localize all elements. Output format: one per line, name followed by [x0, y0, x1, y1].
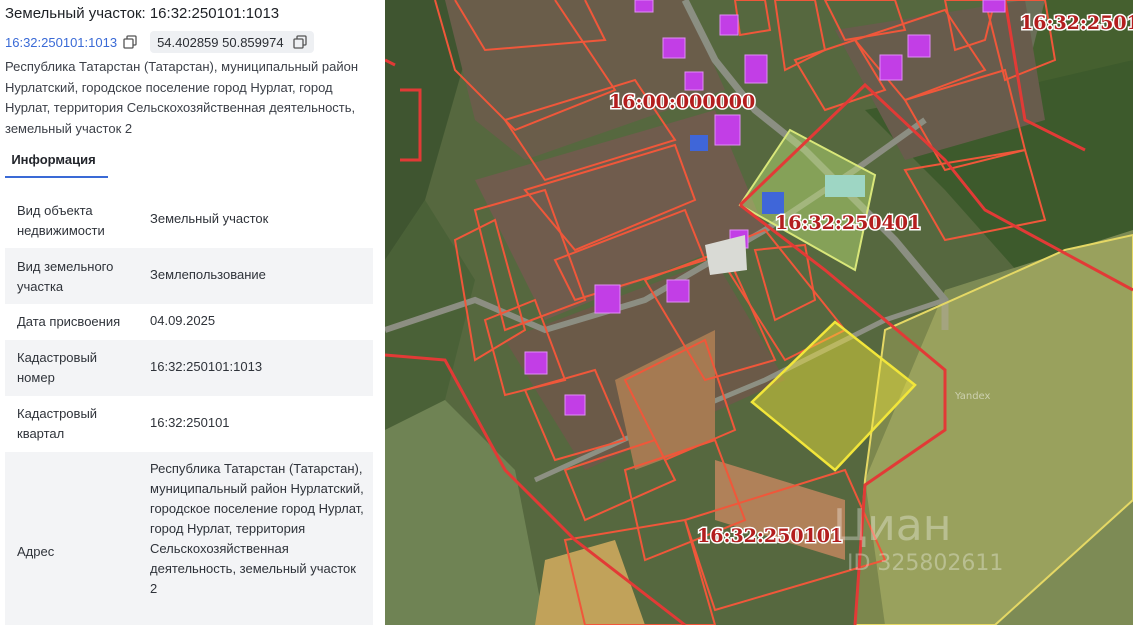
copy-icon[interactable] — [123, 35, 137, 49]
info-row-cadastral-number: Кадастровый номер 16:32:250101:1013 — [5, 340, 373, 396]
tab-information-label: Информация — [11, 152, 96, 167]
info-value: 04.09.2025 — [150, 313, 216, 328]
listing-id-watermark: ID 325802611 — [847, 551, 1003, 576]
yandex-watermark: Yandex — [954, 391, 991, 402]
label-quarter-top-right: 16:32:2501 — [1020, 12, 1133, 34]
cadastral-number-link[interactable]: 16:32:250101:1013 — [5, 35, 117, 50]
info-row-cadastral-quarter: Кадастровый квартал 16:32:250101 — [5, 396, 373, 452]
label-quarter-bottom: 16:32:250101 — [697, 525, 843, 547]
address-summary: Республика Татарстан (Татарстан), муници… — [5, 59, 358, 136]
cadastral-map[interactable]: 16:32:2501 16:00:000000 16:32:250401 16:… — [385, 0, 1133, 625]
info-value: Землепользование — [150, 267, 266, 282]
label-quarter-center: 16:32:250401 — [775, 212, 921, 234]
info-value: 16:32:250101 — [150, 415, 230, 430]
coordinates-text: 54.402859 50.859974 — [157, 34, 284, 50]
copy-coordinates-icon[interactable] — [292, 35, 307, 49]
page-title: Земельный участок: 16:32:250101:1013 — [5, 5, 280, 22]
info-value: Земельный участок — [150, 211, 269, 226]
info-key: Вид земельного участка — [17, 259, 114, 294]
label-district: 16:00:000000 — [609, 91, 755, 113]
info-row-address: Адрес Республика Татарстан (Татарстан), … — [5, 452, 373, 625]
info-key: Кадастровый номер — [17, 350, 98, 385]
info-key: Вид объекта недвижимости — [17, 203, 105, 238]
identifier-row: 16:32:250101:1013 54.402859 50.859974 — [5, 31, 314, 53]
cian-watermark: Циан — [833, 500, 952, 551]
info-row-assign-date: Дата присвоения 04.09.2025 — [5, 304, 373, 340]
tab-information[interactable]: Информация — [5, 148, 108, 178]
info-key: Адрес — [17, 544, 55, 559]
coordinates-badge: 54.402859 50.859974 — [150, 31, 314, 53]
info-value: Республика Татарстан (Татарстан), муници… — [150, 461, 364, 596]
info-key: Дата присвоения — [17, 314, 121, 329]
map-canvas[interactable]: 16:32:2501 16:00:000000 16:32:250401 16:… — [385, 0, 1133, 625]
info-key: Кадастровый квартал — [17, 406, 98, 441]
info-panel: Земельный участок: 16:32:250101:1013 16:… — [0, 0, 385, 625]
pool — [825, 175, 865, 197]
info-row-object-type: Вид объекта недвижимости Земельный участ… — [5, 192, 373, 248]
info-value: 16:32:250101:1013 — [150, 359, 263, 374]
info-row-land-type: Вид земельного участка Землепользование — [5, 248, 373, 304]
